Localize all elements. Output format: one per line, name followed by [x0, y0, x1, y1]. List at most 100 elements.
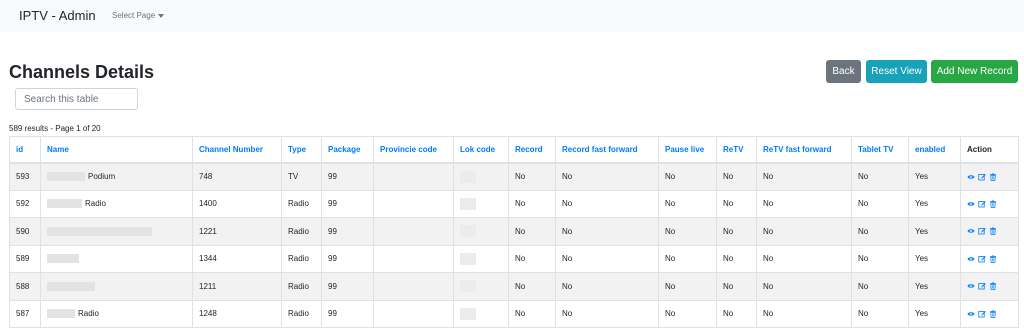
column-header-name[interactable]: Name [40, 136, 193, 164]
cell-id: 590 [9, 217, 41, 246]
trash-icon[interactable] [989, 227, 997, 236]
cell-record-fast-forward: No [555, 244, 659, 273]
eye-icon[interactable] [967, 200, 975, 208]
cell-lok-code [453, 272, 509, 301]
cell-channel-number: 1211 [192, 272, 282, 301]
cell-lok-code [453, 162, 509, 191]
trash-icon[interactable] [989, 282, 997, 291]
cell-pause-live: No [658, 244, 717, 273]
back-button[interactable]: Back [826, 60, 861, 83]
cell-record-fast-forward: No [555, 162, 659, 191]
redacted-name [47, 254, 79, 264]
redacted-lok-code [460, 170, 476, 183]
cell-tablet-tv: No [851, 162, 909, 191]
eye-icon[interactable] [967, 255, 975, 263]
cell-pause-live: No [658, 162, 717, 191]
table-row: 587 Radio 1248 Radio 99 No No No No No No Yes [9, 299, 1019, 328]
edit-icon[interactable] [978, 200, 986, 208]
redacted-name [47, 199, 82, 209]
row-actions [967, 227, 1018, 236]
cell-record: No [508, 162, 556, 191]
eye-icon[interactable] [967, 227, 975, 235]
column-header-record-fast-forward[interactable]: Record fast forward [555, 136, 659, 164]
trash-icon[interactable] [989, 255, 997, 263]
cell-enabled: Yes [908, 189, 961, 218]
column-header-channel-number[interactable]: Channel Number [192, 136, 282, 164]
cell-provincie-code [373, 244, 454, 273]
cell-retv: No [716, 299, 757, 328]
cell-channel-number: 1221 [192, 217, 282, 246]
cell-action [960, 244, 1019, 273]
search-input[interactable] [15, 88, 138, 110]
column-header-pause-live[interactable]: Pause live [658, 136, 717, 164]
cell-enabled: Yes [908, 217, 961, 246]
cell-package: 99 [321, 299, 374, 328]
eye-icon[interactable] [967, 310, 975, 318]
cell-package: 99 [321, 244, 374, 273]
cell-action [960, 189, 1019, 218]
add-new-record-button[interactable]: Add New Record [931, 60, 1018, 83]
cell-id: 589 [9, 244, 41, 273]
cell-provincie-code [373, 299, 454, 328]
cell-enabled: Yes [908, 162, 961, 191]
trash-icon[interactable] [989, 310, 997, 318]
select-page-label: Select Page [112, 11, 156, 20]
cell-record-fast-forward: No [555, 217, 659, 246]
table-row: 593 Podium 748 TV 99 No No No No No No Yes [9, 162, 1019, 191]
row-actions [967, 255, 1018, 263]
chevron-down-icon [158, 13, 165, 18]
cell-provincie-code [373, 217, 454, 246]
reset-view-button[interactable]: Reset View [866, 60, 927, 83]
cell-retv: No [716, 217, 757, 246]
cell-pause-live: No [658, 299, 717, 328]
redacted-lok-code [460, 225, 476, 238]
cell-lok-code [453, 217, 509, 246]
cell-action [960, 217, 1019, 246]
cell-type: Radio [281, 272, 322, 301]
cell-action [960, 272, 1019, 301]
table-body: 593 Podium 748 TV 99 No No No No No No Yes 592 Radio 1… [9, 162, 1019, 328]
cell-retv-fast-forward: No [756, 244, 852, 273]
edit-icon[interactable] [978, 310, 986, 318]
edit-icon[interactable] [978, 173, 986, 181]
trash-icon[interactable] [989, 173, 997, 181]
column-header-retv-fast-forward[interactable]: ReTV fast forward [756, 136, 852, 164]
select-page-dropdown[interactable]: Select Page [112, 11, 165, 20]
cell-record: No [508, 272, 556, 301]
column-header-action: Action [960, 136, 1019, 164]
cell-record: No [508, 244, 556, 273]
table-row: 588 1211 Radio 99 No No No No No No Yes [9, 272, 1019, 301]
channels-table: id Name Channel Number Type Package Provincie… [9, 136, 1019, 328]
cell-type: TV [281, 162, 322, 191]
cell-retv-fast-forward: No [756, 189, 852, 218]
cell-package: 99 [321, 189, 374, 218]
eye-icon[interactable] [967, 173, 975, 181]
cell-id: 592 [9, 189, 41, 218]
column-header-provincie-code[interactable]: Provincie code [373, 136, 454, 164]
cell-record-fast-forward: No [555, 299, 659, 328]
cell-tablet-tv: No [851, 272, 909, 301]
column-header-retv[interactable]: ReTV [716, 136, 757, 164]
row-actions [967, 282, 1018, 291]
table-header-row: id Name Channel Number Type Package Provincie… [9, 136, 1019, 164]
edit-icon[interactable] [978, 227, 986, 235]
app-brand[interactable]: IPTV - Admin [19, 8, 96, 23]
column-header-record[interactable]: Record [508, 136, 556, 164]
column-header-package[interactable]: Package [321, 136, 374, 164]
cell-provincie-code [373, 189, 454, 218]
trash-icon[interactable] [989, 200, 997, 208]
cell-type: Radio [281, 244, 322, 273]
column-header-lok-code[interactable]: Lok code [453, 136, 509, 164]
cell-retv-fast-forward: No [756, 217, 852, 246]
row-actions [967, 173, 1018, 181]
edit-icon[interactable] [978, 282, 986, 290]
cell-lok-code [453, 299, 509, 328]
cell-name [40, 272, 193, 301]
column-header-tablet-tv[interactable]: Tablet TV [851, 136, 909, 164]
edit-icon[interactable] [978, 255, 986, 263]
column-header-id[interactable]: id [9, 136, 41, 164]
column-header-type[interactable]: Type [281, 136, 322, 164]
cell-provincie-code [373, 162, 454, 191]
column-header-enabled[interactable]: enabled [908, 136, 961, 164]
eye-icon[interactable] [967, 282, 975, 290]
